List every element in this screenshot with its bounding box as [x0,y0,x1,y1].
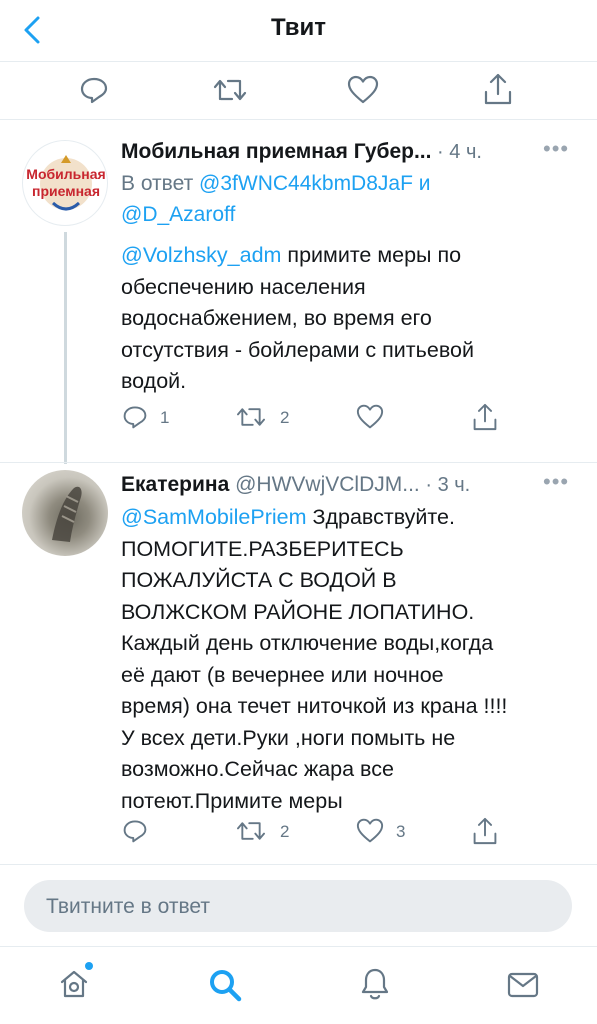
reply-count: 1 [160,408,170,427]
author-name[interactable]: Мобильная приемная Губер... [121,140,431,163]
like-count: 3 [396,822,406,841]
messages-icon[interactable] [505,968,541,1002]
tweet-text-line: её дают (в вечернее или ночное [121,662,444,687]
tweet-time: 4 ч. [449,141,482,163]
retweet-count: 2 [280,408,290,427]
tweet-text-line: ПОЖАЛУЙСТА С ВОДОЙ В [121,568,397,592]
tweet-header: Мобильная приемная Губер... · 4 ч. [121,138,482,166]
like-icon[interactable] [345,72,381,108]
page-title: Твит [270,14,326,41]
tweet-text-line: У всех дети.Руки ,ноги помыть не [121,725,456,750]
tweet-time: 3 ч. [437,474,471,496]
tweet-header: Екатерина @HWVwjVClDJM... · 3 ч. [121,471,470,499]
more-icon[interactable]: ••• [543,469,569,495]
thread-line [64,232,67,464]
retweet-icon[interactable] [233,816,269,846]
tweet-text-line: время) она течет ниточкой из крана !!!! [121,694,508,718]
reply-to: В ответ @3fWNC44kbmD8JaF и @D_Azaroff [121,168,571,230]
reply-and: и [418,172,431,195]
share-icon[interactable] [470,400,500,434]
tweet-text-line: ВОЛЖСКОМ РАЙОНЕ ЛОПАТИНО. [121,599,475,624]
reply-icon[interactable] [120,816,150,846]
mention-link[interactable]: @Volzhsky_adm [121,243,281,267]
home-icon[interactable] [56,966,92,1002]
reply-mention[interactable]: @3fWNC44kbmD8JaF [199,172,413,195]
main-tweet-actions [0,62,597,120]
tweet-text-line: потеют.Примите меры [121,788,343,813]
like-icon[interactable] [354,816,386,846]
tweet-text-line: Здравствуйте. [306,505,455,529]
header: Твит [0,0,597,62]
dot-separator: · [437,141,444,163]
tweet-text-line: Каждый день отключение воды,когда [121,631,494,655]
like-icon[interactable] [354,402,386,432]
notifications-icon[interactable] [357,964,393,1004]
tweet-text-line: возможно.Сейчас жара все [121,757,394,781]
author-handle[interactable]: @HWVwjVClDJM... [235,473,420,496]
tweet-text-line: ПОМОГИТЕ.РАЗБЕРИТЕСЬ [121,536,404,561]
divider [0,864,597,865]
divider [0,462,597,463]
tweet-text-line: обеспечению населения [121,274,366,299]
retweet-count: 2 [280,822,290,841]
retweet-icon[interactable] [210,72,250,108]
reply-mention[interactable]: @D_Azaroff [121,203,235,226]
share-icon[interactable] [480,70,516,108]
retweet-icon[interactable] [233,402,269,432]
unread-dot [85,962,93,970]
search-icon[interactable] [206,966,244,1004]
tweet-text-line: водой. [121,369,187,393]
author-name[interactable]: Екатерина [121,473,229,496]
dot-separator: · [425,474,432,496]
reply-icon[interactable] [120,402,150,432]
reply-prefix: В ответ [121,172,194,195]
tweet-text-line: отсутствия - бойлерами с питьевой [121,337,474,362]
mention-link[interactable]: @SamMobilePriem [121,505,307,529]
tweet-text: @Volzhsky_adm примите меры по обеспечени… [121,240,581,398]
svg-text:Мобильная: Мобильная [26,166,105,182]
reply-placeholder: Твитните в ответ [46,895,210,918]
avatar[interactable]: Мобильная приемная [22,140,108,226]
tweet-text-line: примите меры по [281,243,462,267]
avatar[interactable] [22,470,108,556]
share-icon[interactable] [470,814,500,848]
tweet-text-line: водоснабжением, во время его [121,306,432,330]
more-icon[interactable]: ••• [543,136,569,162]
reply-icon[interactable] [76,72,112,108]
tweet-text: @SamMobilePriem Здравствуйте. ПОМОГИТЕ.Р… [121,502,591,817]
svg-text:приемная: приемная [32,183,100,199]
